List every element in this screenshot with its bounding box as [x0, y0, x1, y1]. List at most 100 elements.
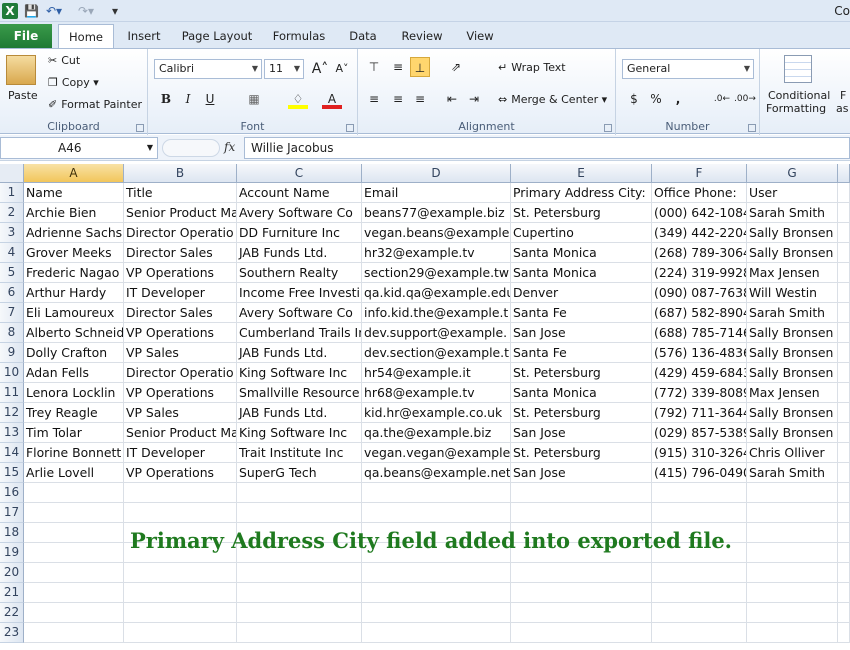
paste-icon[interactable] — [6, 55, 36, 85]
shrink-font-icon[interactable]: A˅ — [332, 59, 352, 79]
table-cell[interactable]: Adan Fells — [24, 363, 124, 383]
decrease-decimal-icon[interactable]: .00→ — [734, 89, 756, 109]
empty-cell[interactable] — [747, 483, 838, 503]
table-cell[interactable]: King Software Inc — [237, 423, 362, 443]
table-cell[interactable]: Sally Bronsen — [747, 243, 838, 263]
empty-cell[interactable] — [838, 463, 850, 483]
fill-color-icon[interactable]: ♢ — [288, 89, 308, 109]
row-header-1[interactable]: 1 — [0, 183, 24, 203]
empty-cell[interactable] — [838, 543, 850, 563]
decrease-indent-icon[interactable]: ⇤ — [442, 89, 462, 109]
font-launcher-icon[interactable] — [346, 124, 354, 132]
row-header-8[interactable]: 8 — [0, 323, 24, 343]
empty-cell[interactable] — [747, 523, 838, 543]
empty-cell[interactable] — [124, 583, 237, 603]
font-name-combo[interactable]: Calibri ▼ — [154, 59, 262, 79]
empty-cell[interactable] — [237, 503, 362, 523]
row-header-10[interactable]: 10 — [0, 363, 24, 383]
table-cell[interactable]: beans77@example.biz — [362, 203, 511, 223]
header-cell[interactable]: Name — [24, 183, 124, 203]
empty-cell[interactable] — [124, 483, 237, 503]
empty-cell[interactable] — [838, 563, 850, 583]
align-middle-icon[interactable]: ≡ — [388, 57, 408, 77]
formula-bar-splitter[interactable] — [162, 139, 220, 157]
table-cell[interactable]: Cupertino — [511, 223, 652, 243]
table-cell[interactable]: dev.support@example. — [362, 323, 511, 343]
empty-cell[interactable] — [24, 583, 124, 603]
undo-icon[interactable]: ↶▾ — [46, 3, 70, 19]
empty-cell[interactable] — [237, 603, 362, 623]
empty-cell[interactable] — [652, 483, 747, 503]
empty-cell[interactable] — [237, 623, 362, 643]
select-all-corner[interactable] — [0, 164, 24, 183]
table-cell[interactable]: St. Petersburg — [511, 363, 652, 383]
empty-cell[interactable] — [652, 603, 747, 623]
table-cell[interactable]: (915) 310-3264 — [652, 443, 747, 463]
table-cell[interactable]: hr68@example.tv — [362, 383, 511, 403]
empty-cell[interactable] — [362, 623, 511, 643]
borders-icon[interactable]: ▦ — [244, 89, 264, 109]
empty-cell[interactable] — [237, 563, 362, 583]
table-cell[interactable]: Santa Monica — [511, 243, 652, 263]
empty-cell[interactable] — [838, 483, 850, 503]
tab-formulas[interactable]: Formulas — [266, 24, 332, 48]
table-cell[interactable]: VP Operations — [124, 323, 237, 343]
table-cell[interactable]: Sally Bronsen — [747, 223, 838, 243]
conditional-formatting-label-2[interactable]: Formatting — [766, 102, 826, 115]
tab-home[interactable]: Home — [58, 24, 114, 48]
table-cell[interactable]: Sally Bronsen — [747, 423, 838, 443]
table-cell[interactable]: Will Westin — [747, 283, 838, 303]
table-cell[interactable]: Sally Bronsen — [747, 363, 838, 383]
insert-function-icon[interactable]: fx — [224, 140, 235, 154]
table-cell[interactable]: Arlie Lovell — [24, 463, 124, 483]
table-cell[interactable]: SuperG Tech — [237, 463, 362, 483]
table-cell[interactable]: (415) 796-0490 — [652, 463, 747, 483]
row-header-4[interactable]: 4 — [0, 243, 24, 263]
empty-cell[interactable] — [124, 503, 237, 523]
increase-indent-icon[interactable]: ⇥ — [464, 89, 484, 109]
empty-cell[interactable] — [838, 603, 850, 623]
empty-cell[interactable] — [24, 543, 124, 563]
header-cell[interactable]: Account Name — [237, 183, 362, 203]
row-header-12[interactable]: 12 — [0, 403, 24, 423]
empty-cell[interactable] — [838, 263, 850, 283]
empty-cell[interactable] — [124, 563, 237, 583]
table-cell[interactable]: Income Free Investi — [237, 283, 362, 303]
row-header-15[interactable]: 15 — [0, 463, 24, 483]
empty-cell[interactable] — [124, 603, 237, 623]
column-header-overflow[interactable] — [838, 164, 850, 183]
table-cell[interactable]: Max Jensen — [747, 383, 838, 403]
row-header-9[interactable]: 9 — [0, 343, 24, 363]
empty-cell[interactable] — [362, 503, 511, 523]
copy-button[interactable]: ❐ Copy ▾ — [48, 76, 99, 89]
table-cell[interactable]: qa.kid.qa@example.edu — [362, 283, 511, 303]
table-cell[interactable]: Trait Institute Inc — [237, 443, 362, 463]
tab-file[interactable]: File — [0, 24, 52, 48]
row-header-2[interactable]: 2 — [0, 203, 24, 223]
table-cell[interactable]: Sarah Smith — [747, 303, 838, 323]
table-cell[interactable]: St. Petersburg — [511, 403, 652, 423]
empty-cell[interactable] — [652, 503, 747, 523]
table-cell[interactable]: King Software Inc — [237, 363, 362, 383]
table-cell[interactable]: (792) 711-3644 — [652, 403, 747, 423]
orientation-icon[interactable]: ⇗ — [446, 57, 466, 77]
empty-cell[interactable] — [747, 503, 838, 523]
row-header-21[interactable]: 21 — [0, 583, 24, 603]
empty-cell[interactable] — [511, 503, 652, 523]
empty-cell[interactable] — [362, 603, 511, 623]
header-cell[interactable]: User — [747, 183, 838, 203]
empty-cell[interactable] — [747, 543, 838, 563]
table-cell[interactable]: vegan.beans@example — [362, 223, 511, 243]
conditional-formatting-label-1[interactable]: Conditional — [768, 89, 830, 102]
table-cell[interactable]: JAB Funds Ltd. — [237, 243, 362, 263]
number-launcher-icon[interactable] — [748, 124, 756, 132]
empty-cell[interactable] — [838, 183, 850, 203]
row-header-5[interactable]: 5 — [0, 263, 24, 283]
table-cell[interactable]: Senior Product Ma — [124, 203, 237, 223]
empty-cell[interactable] — [838, 303, 850, 323]
empty-cell[interactable] — [747, 623, 838, 643]
column-header-g[interactable]: G — [747, 164, 838, 183]
save-icon[interactable]: 💾 — [24, 3, 40, 19]
table-cell[interactable]: Cumberland Trails In — [237, 323, 362, 343]
table-cell[interactable]: Santa Monica — [511, 383, 652, 403]
